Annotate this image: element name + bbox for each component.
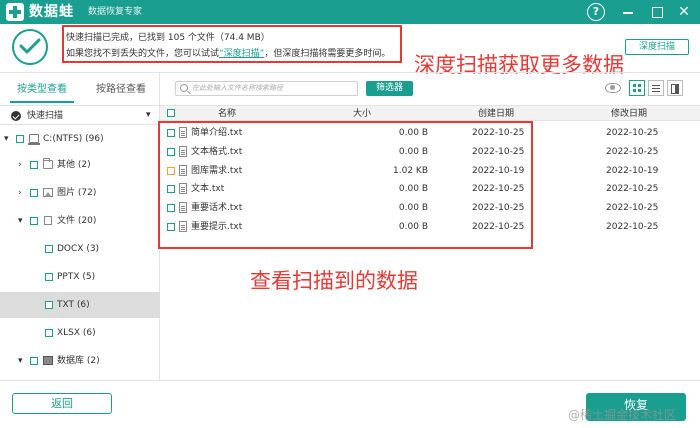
app-logo-icon bbox=[6, 3, 24, 21]
help-button[interactable]: ? bbox=[587, 3, 605, 21]
search-placeholder: 在此处输入文件名称搜索路径 bbox=[192, 84, 283, 92]
expand-arrow-icon[interactable]: ▾ bbox=[18, 355, 23, 367]
column-created[interactable]: 创建日期 bbox=[478, 108, 514, 120]
tree-checkbox[interactable] bbox=[30, 161, 38, 169]
app-subtitle: 数据恢复专家 bbox=[88, 7, 143, 17]
footer-divider bbox=[0, 380, 700, 381]
back-button[interactable]: 返回 bbox=[12, 393, 112, 414]
tree-item-label: 其他 (2) bbox=[57, 160, 91, 170]
column-size[interactable]: 大小 bbox=[353, 108, 371, 120]
expand-arrow-icon[interactable]: ▾ bbox=[18, 215, 23, 227]
search-icon bbox=[180, 84, 188, 92]
modified-date: 2022-10-25 bbox=[606, 203, 659, 213]
tree-item-database[interactable]: ▾ 数据库 (2) bbox=[0, 348, 160, 374]
document-icon bbox=[44, 216, 52, 225]
modified-date: 2022-10-25 bbox=[606, 128, 659, 138]
tree-checkbox[interactable] bbox=[30, 357, 38, 365]
app-name: 数据蛙 bbox=[29, 4, 74, 20]
tree-checkbox[interactable] bbox=[30, 217, 38, 225]
tree-item-label: C:(NTFS) (96) bbox=[43, 134, 104, 144]
tree-item-label: XLSX (6) bbox=[57, 328, 96, 338]
title-bar: 数据蛙 数据恢复专家 ? ✕ bbox=[0, 0, 700, 24]
tree-item-images[interactable]: › 图片 (72) bbox=[0, 180, 160, 206]
check-circle-icon bbox=[11, 111, 21, 121]
preview-eye-icon[interactable] bbox=[605, 83, 621, 93]
tree-item-c-drive[interactable]: ▾ C:(NTFS) (96) bbox=[0, 126, 160, 152]
scan-mode-select[interactable]: 快速扫描 ▾ bbox=[0, 105, 160, 125]
scan-complete-check-icon bbox=[12, 29, 48, 65]
modified-date: 2022-10-25 bbox=[606, 184, 659, 194]
tree-item-label: PPTX (5) bbox=[57, 272, 96, 282]
annotation-deep-scan: 深度扫描获取更多数据 bbox=[414, 53, 624, 77]
maximize-button[interactable] bbox=[648, 3, 666, 21]
tab-by-path[interactable]: 按路径查看 bbox=[96, 83, 146, 97]
filter-button[interactable]: 筛选器 bbox=[366, 81, 413, 96]
sidebar: 按类型查看 按路径查看 快速扫描 ▾ ▾ C:(NTFS) (96) › 其他 … bbox=[0, 73, 160, 380]
tab-by-type[interactable]: 按类型查看 bbox=[17, 83, 67, 97]
scan-mode-label: 快速扫描 bbox=[27, 111, 64, 121]
tree-checkbox[interactable] bbox=[45, 301, 53, 309]
modified-date: 2022-10-25 bbox=[606, 222, 659, 232]
chevron-down-icon: ▾ bbox=[146, 110, 151, 120]
tree-item-pptx[interactable]: PPTX (5) bbox=[0, 264, 160, 290]
annotation-box-results bbox=[158, 121, 533, 249]
tree-checkbox[interactable] bbox=[30, 189, 38, 197]
folder-icon bbox=[43, 158, 53, 169]
column-modified[interactable]: 修改日期 bbox=[611, 108, 647, 120]
annotation-box-status bbox=[62, 25, 402, 63]
expand-arrow-icon[interactable]: › bbox=[18, 159, 22, 171]
tree-item-label: DOCX (3) bbox=[57, 244, 100, 254]
tree-item-label: 文件 (20) bbox=[57, 216, 97, 226]
file-table-header: 名称 大小 创建日期 修改日期 bbox=[160, 105, 700, 121]
select-all-checkbox[interactable] bbox=[167, 109, 175, 117]
expand-arrow-icon[interactable]: › bbox=[18, 187, 22, 199]
drive-icon bbox=[28, 134, 40, 145]
modified-date: 2022-10-19 bbox=[606, 166, 659, 176]
tree-item-label: 图片 (72) bbox=[57, 188, 97, 198]
image-icon bbox=[43, 188, 53, 197]
annotation-view-results: 查看扫描到的数据 bbox=[250, 269, 418, 293]
minimize-button[interactable] bbox=[619, 3, 637, 21]
database-icon bbox=[43, 356, 53, 365]
search-input[interactable]: 在此处输入文件名称搜索路径 bbox=[175, 81, 358, 96]
detail-view-icon[interactable] bbox=[667, 80, 683, 96]
tree-checkbox[interactable] bbox=[45, 329, 53, 337]
tree-item-documents[interactable]: ▾ 文件 (20) bbox=[0, 208, 160, 234]
modified-date: 2022-10-25 bbox=[606, 147, 659, 157]
tree-item-label: TXT (6) bbox=[57, 300, 90, 310]
active-tab-indicator bbox=[10, 101, 74, 103]
deep-scan-button[interactable]: 深度扫描 bbox=[625, 39, 689, 55]
tree-item-label: 数据库 (2) bbox=[57, 356, 100, 366]
close-button[interactable]: ✕ bbox=[675, 3, 693, 21]
tree-item-txt[interactable]: TXT (6) bbox=[0, 292, 160, 318]
column-name[interactable]: 名称 bbox=[218, 108, 236, 120]
expand-arrow-icon[interactable]: ▾ bbox=[4, 133, 9, 145]
watermark: @稀土掘金技术社区 bbox=[568, 408, 677, 422]
tree-item-other[interactable]: › 其他 (2) bbox=[0, 152, 160, 178]
tree-item-xlsx[interactable]: XLSX (6) bbox=[0, 320, 160, 346]
tree-checkbox[interactable] bbox=[45, 245, 53, 253]
grid-view-icon[interactable] bbox=[629, 80, 645, 96]
list-view-icon[interactable] bbox=[648, 80, 664, 96]
tree-item-docx[interactable]: DOCX (3) bbox=[0, 236, 160, 262]
tree-checkbox[interactable] bbox=[16, 135, 24, 143]
tree-checkbox[interactable] bbox=[45, 273, 53, 281]
